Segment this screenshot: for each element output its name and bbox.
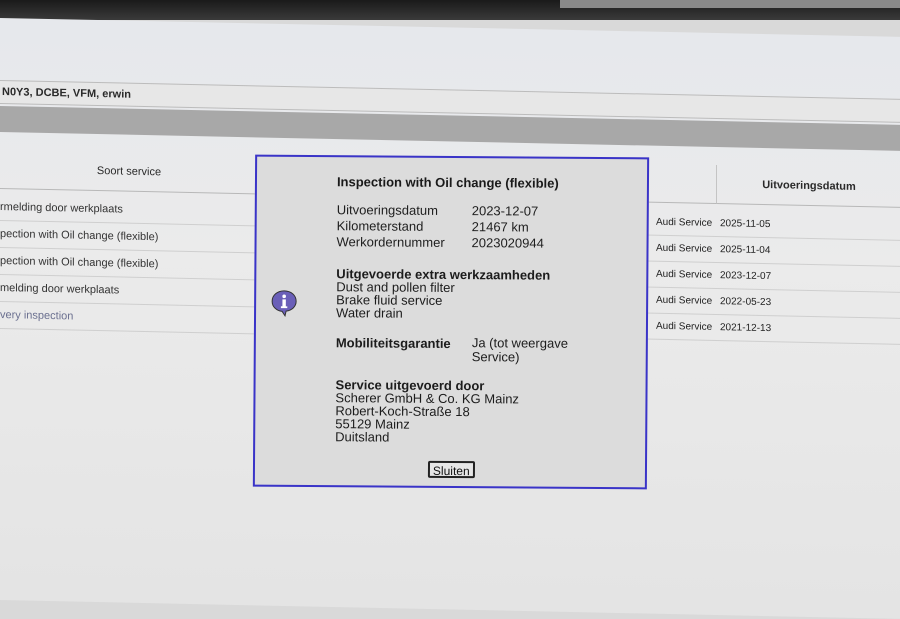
row-service-type: Audi Service: [656, 294, 713, 307]
column-header-label: Uitvoeringsdatum: [762, 178, 856, 193]
field-value: 21467 km: [471, 219, 529, 235]
row-date: 2022-05-23: [720, 296, 772, 309]
service-date-list: Audi Service 2025-11-05 Audi Service 2025-…: [640, 209, 900, 345]
close-button[interactable]: Sluiten: [427, 460, 475, 479]
field-label: Kilometerstand: [336, 218, 424, 234]
column-header-execution-date[interactable]: Uitvoeringsdatum: [716, 164, 900, 208]
field-mileage: Kilometerstand 21467 km: [337, 218, 529, 235]
column-header-service-type[interactable]: Soort service: [0, 150, 259, 195]
dialog-title: Inspection with Oil change (flexible): [336, 174, 559, 191]
mobility-guarantee-value: Ja (tot weergave Service): [471, 335, 569, 365]
row-text: rmelding door werkplaats: [0, 201, 123, 216]
row-date: 2023-12-07: [720, 270, 772, 283]
row-date: 2025-11-05: [720, 218, 771, 231]
row-text: melding door werkplaats: [0, 282, 120, 297]
field-label: Werkordernummer: [336, 234, 445, 250]
service-type-list: rmelding door werkplaats pection with Oi…: [0, 194, 256, 335]
extra-work-item: Water drain: [336, 305, 403, 321]
row-service-type: Audi Service: [656, 216, 713, 229]
performed-by-line: Duitsland: [335, 429, 390, 445]
row-service-type: Audi Service: [656, 320, 713, 333]
user-line: N0Y3, DCBE, VFM, erwin: [2, 86, 131, 101]
mobility-guarantee-label: Mobiliteitsgarantie: [335, 335, 451, 351]
field-work-order-number: Werkordernummer 2023020944: [336, 234, 544, 251]
info-icon: [271, 290, 297, 317]
row-text: very inspection: [0, 309, 74, 323]
row-text: pection with Oil change (flexible): [0, 228, 159, 244]
row-text: pection with Oil change (flexible): [0, 255, 159, 271]
row-date: 2021-12-13: [720, 322, 772, 335]
field-value: 2023-12-07: [471, 203, 539, 219]
field-execution-date: Uitvoeringsdatum 2023-12-07: [337, 202, 539, 219]
monitor-bezel-highlight: [560, 0, 900, 8]
service-detail-dialog: Inspection with Oil change (flexible) Ui…: [252, 154, 650, 490]
row-service-type: Audi Service: [656, 242, 713, 255]
row-service-type: Audi Service: [656, 268, 713, 281]
table-row[interactable]: Audi Service 2021-12-13: [640, 313, 900, 345]
table-row[interactable]: very inspection: [0, 302, 256, 335]
row-date: 2025-11-04: [720, 244, 771, 257]
field-value: 2023020944: [471, 235, 544, 251]
field-label: Uitvoeringsdatum: [336, 202, 438, 218]
column-header-label: Soort service: [96, 165, 162, 179]
